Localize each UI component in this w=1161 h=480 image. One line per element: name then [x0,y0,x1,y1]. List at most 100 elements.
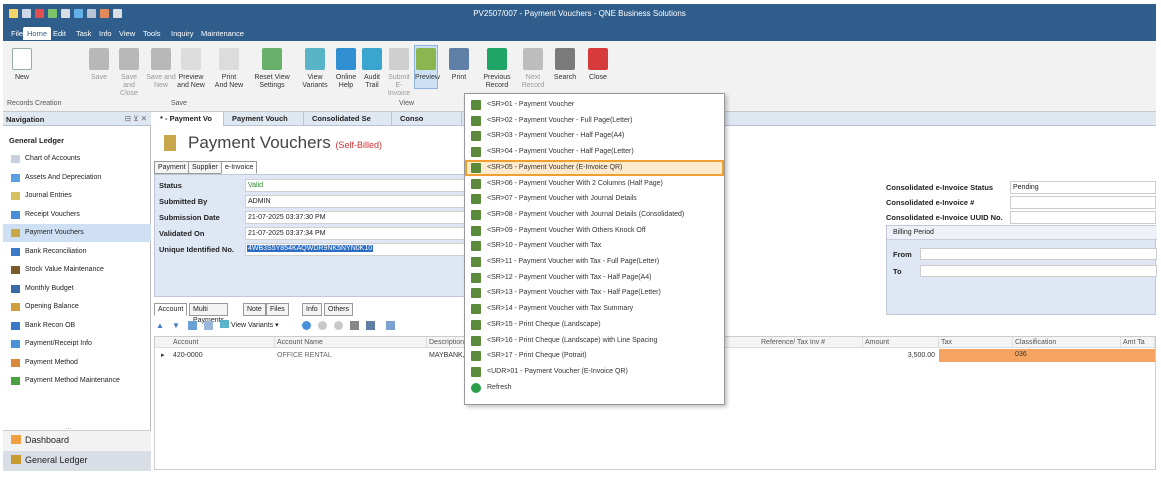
module-general-ledger[interactable]: General Ledger [3,451,151,471]
preview-menu-item[interactable]: <SR>17 - Print Cheque (Potrait) [465,348,724,364]
menu-item-refresh[interactable]: Refresh [465,380,724,396]
preview-menu-item[interactable]: <SR>15 - Print Cheque (Landscape) [465,317,724,333]
sidebar-item-payment-method-maintenance[interactable]: Payment Method Maintenance [3,372,151,390]
ribbon-button-new[interactable]: New [9,48,35,82]
ribbon-button-search[interactable]: Search [550,48,580,82]
menu-info[interactable]: Info [95,27,116,40]
subtab-einvoice[interactable]: e-Invoice [221,161,258,174]
module-dashboard[interactable]: Dashboard [11,435,69,445]
cell-tax[interactable] [939,349,1013,362]
cell-amt-tax[interactable] [1121,349,1155,362]
ribbon-button-previous[interactable]: Previous Record [481,48,513,90]
menu-tools[interactable]: Tools [139,27,165,40]
unique-id-input[interactable]: 4WB3S5Y854KAQWDR9NK5NYN0K10 [245,243,465,256]
gridtab-files[interactable]: Files [266,303,289,316]
sidebar-item-bank-reconciliation[interactable]: Bank Reconciliation [3,243,151,261]
sidebar-item-bank-recon-ob[interactable]: Bank Recon OB [3,317,151,335]
attach-icon[interactable] [386,321,395,330]
col-reference[interactable]: Reference/ Tax Inv # [759,337,863,348]
insert-row-icon[interactable] [188,321,197,330]
ribbon-button-submit[interactable]: Submit E-Invoice [385,48,413,98]
preview-menu-item[interactable]: <SR>03 - Payment Voucher - Half Page(A4) [465,128,724,144]
ribbon-button-reset-view[interactable]: Reset View Settings [251,48,293,90]
copy-row-icon[interactable] [204,321,213,330]
nav-next-icon[interactable] [334,321,343,330]
sidebar-item-journal-entries[interactable]: Journal Entries [3,187,151,205]
col-description[interactable]: Description [427,337,465,348]
preview-menu-item[interactable]: <SR>04 - Payment Voucher - Half Page(Let… [465,144,724,160]
submitted-by-value[interactable]: ADMIN [245,195,465,208]
sidebar-item-monthly-budget[interactable]: Monthly Budget [3,280,151,298]
preview-menu-item[interactable]: <SR>16 - Print Cheque (Landscape) with L… [465,333,724,349]
ribbon-button-preview-active[interactable]: Preview [414,45,440,89]
tab-payment-vouchers[interactable]: Payment Vouch [224,112,304,126]
gridtab-account[interactable]: Account [154,303,188,316]
ribbon-button-print[interactable]: Print And New [211,48,247,90]
ribbon-button-next-record[interactable]: Next Record [516,48,550,90]
cell-amount[interactable]: 3,500.00 [863,350,939,361]
preview-menu-item[interactable]: <SR>01 - Payment Voucher [465,97,724,113]
status-value[interactable]: Valid [245,179,465,192]
pin-close-icon[interactable]: ⊟ ⊻ ✕ [125,114,147,123]
billing-to-input[interactable] [920,265,1157,277]
find-icon[interactable] [350,321,359,330]
move-down-icon[interactable]: ▼ [172,321,180,330]
preview-menu-item[interactable]: <SR>06 - Payment Voucher With 2 Columns … [465,176,724,192]
col-amount[interactable]: Amount [863,337,939,348]
preview-menu-item[interactable]: <SR>09 - Payment Voucher With Others Kno… [465,223,724,239]
tab-conso[interactable]: Conso [392,112,462,126]
preview-menu-item[interactable]: <UDR>01 - Payment Voucher (E-Invoice QR) [465,364,724,380]
nav-prev-icon[interactable] [318,321,327,330]
ribbon-button-save-and[interactable]: Save and Close [115,48,143,98]
cell-classification[interactable]: 036 [1013,349,1121,362]
export-icon[interactable] [366,321,375,330]
gridtab-multi-payments[interactable]: Multi Payments [189,303,229,324]
preview-menu-item[interactable]: <SR>07 - Payment Voucher with Journal De… [465,191,724,207]
sidebar-item-stock-value-maintenance[interactable]: Stock Value Maintenance [3,261,151,279]
submission-date-value[interactable]: 21-07-2025 03:37:30 PM [245,211,465,224]
preview-menu-item[interactable]: <SR>14 - Payment Voucher with Tax Summar… [465,301,724,317]
tab-consolidated[interactable]: Consolidated Se [304,112,392,126]
sidebar-item-payment-method[interactable]: Payment Method [3,354,151,372]
ribbon-button-audit[interactable]: Audit Trail [360,48,384,90]
col-tax[interactable]: Tax [939,337,1013,348]
consolidated-number-value[interactable] [1010,196,1156,209]
menu-maintenance[interactable]: Maintenance [197,27,248,40]
consolidated-uuid-value[interactable] [1010,211,1156,224]
col-account[interactable]: Account [171,337,275,348]
col-account-name[interactable]: Account Name [275,337,427,348]
ribbon-button-close[interactable]: Close [584,48,612,82]
gridtab-others[interactable]: Others [324,303,354,316]
subtab-supplier[interactable]: Supplier [188,161,222,174]
tab-payment-voucher-edit[interactable]: * - Payment Vo [152,112,224,126]
sidebar-item-assets-and-depreciation[interactable]: Assets And Depreciation [3,169,151,187]
preview-menu-item[interactable]: <SR>12 - Payment Voucher with Tax - Half… [465,270,724,286]
cell-account-name[interactable]: OFFICE RENTAL [275,350,332,361]
preview-menu-item[interactable]: <SR>11 - Payment Voucher with Tax - Full… [465,254,724,270]
subtab-payment[interactable]: Payment [154,161,190,174]
cell-description[interactable]: MAYBANK, [427,350,465,361]
refresh-grid-icon[interactable] [302,321,311,330]
sidebar-item-receipt-vouchers[interactable]: Receipt Vouchers [3,206,151,224]
cell-account[interactable]: 420-0000 [171,350,203,361]
preview-menu-item[interactable]: <SR>02 - Payment Voucher - Full Page(Let… [465,113,724,129]
sidebar-item-payment-receipt-info[interactable]: Payment/Receipt Info [3,335,151,353]
preview-menu-item[interactable]: <SR>13 - Payment Voucher with Tax - Half… [465,285,724,301]
ribbon-button-print[interactable]: Print [448,48,470,82]
sidebar-item-chart-of-accounts[interactable]: Chart of Accounts [3,150,151,168]
menu-edit[interactable]: Edit [49,27,70,40]
gridtab-note[interactable]: Note [243,303,266,316]
col-amt-tax[interactable]: Amt Ta [1121,337,1155,348]
menu-home[interactable]: Home [23,27,52,40]
move-up-icon[interactable]: ▲ [156,321,164,330]
view-variants-button[interactable]: View Variants ▾ [220,320,279,329]
preview-menu-item[interactable]: <SR>05 - Payment Voucher (E-Invoice QR) [465,159,724,176]
ribbon-button-save[interactable]: Save [85,48,113,82]
billing-from-input[interactable] [920,248,1157,260]
sidebar-item-opening-balance[interactable]: Opening Balance [3,298,151,316]
menu-inquiry[interactable]: Inquiry [167,27,198,40]
ribbon-button-preview[interactable]: Preview and New [173,48,209,90]
menu-view[interactable]: View [115,27,139,40]
preview-menu-item[interactable]: <SR>08 - Payment Voucher with Journal De… [465,207,724,223]
col-classification[interactable]: Classification [1013,337,1121,348]
